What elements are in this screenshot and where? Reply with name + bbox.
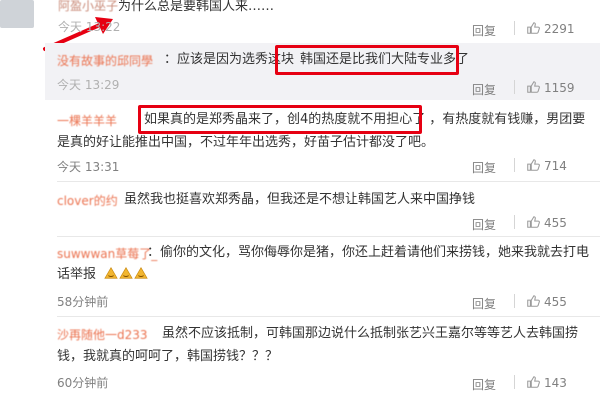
thumb-up-icon[interactable]: [526, 375, 540, 389]
comment-text: 虽然不应该抵制，可韩国那边说什么抵制张艺兴王嘉尔等等艺人去韩国捞: [162, 326, 579, 341]
separator: [57, 181, 600, 182]
like-count: 143: [544, 376, 567, 390]
comment-text-part: 话举报: [57, 267, 97, 282]
reply-button[interactable]: 回复: [472, 376, 504, 393]
comment-time: 60分钟前: [57, 376, 109, 390]
like-count: 1159: [544, 81, 575, 95]
comment-item: suwwwan草莓了_ ：偷你的文化，骂你侮辱你是猪，你还上赶着请他们来捞钱，她…: [0, 241, 600, 311]
laughing-emoji-group: [104, 267, 149, 282]
comment-actions: 回复 455: [466, 294, 586, 312]
divider: [514, 294, 515, 308]
username[interactable]: 没有故事的邱同學: [57, 52, 153, 69]
username[interactable]: 阿盈小巫子: [58, 0, 118, 14]
comment-item: 沙再随他一d233 虽然不应该抵制，可韩国那边说什么抵制张艺兴王嘉尔等等艺人去韩…: [0, 322, 600, 394]
avatar[interactable]: [0, 0, 34, 28]
divider: [514, 158, 515, 172]
username[interactable]: 一棵羊羊羊: [57, 112, 117, 129]
username[interactable]: suwwwan草莓了_: [57, 245, 157, 262]
comment-actions: 回复 1159: [466, 80, 586, 98]
separator: [57, 236, 600, 237]
laughing-emoji-icon: [134, 267, 148, 279]
comment-actions: 回复 143: [466, 375, 586, 393]
comment-actions: 回复 2291: [466, 21, 586, 39]
reply-button[interactable]: 回复: [472, 22, 504, 39]
laughing-emoji-icon: [119, 267, 133, 279]
comment-actions: 回复 714: [466, 158, 586, 176]
comment-time: 58分钟前: [57, 295, 109, 309]
divider: [514, 80, 515, 94]
reply-button[interactable]: 回复: [472, 295, 504, 312]
reply-button[interactable]: 回复: [472, 81, 504, 98]
comment-text-line2: 话举报: [57, 265, 149, 285]
comment-time: 今天 13:29: [57, 78, 120, 92]
divider: [514, 215, 515, 229]
comment-time: 今天 13:31: [57, 160, 120, 174]
divider: [514, 21, 515, 35]
thumb-up-icon[interactable]: [526, 215, 540, 229]
highlight-box: [138, 105, 422, 134]
comment-text-part: ，有热度就有钱赚，男团要: [429, 112, 586, 127]
like-count: 714: [544, 159, 567, 173]
comment-text-line2: 钱，我就真的呵呵了，韩国捞钱？？？: [57, 349, 279, 364]
reply-button[interactable]: 回复: [472, 159, 504, 176]
laughing-emoji-icon: [104, 267, 118, 279]
comment-time: 今天 13:22: [58, 20, 121, 34]
weibo-comment-page: 阿盈小巫子 为什么总是要韩国人来…… 今天 13:22 回复 2291 没有故事…: [0, 0, 600, 400]
like-count: 2291: [544, 22, 575, 36]
username[interactable]: clover的约: [57, 192, 118, 209]
comment-text: 虽然我也挺喜欢郑秀晶，但我还是不想让韩国艺人来中国挣钱: [124, 192, 476, 207]
comment-text: 为什么总是要韩国人来……: [118, 0, 275, 14]
username[interactable]: 沙再随他一d233: [57, 326, 148, 343]
comment-item: 阿盈小巫子 为什么总是要韩国人来…… 今天 13:22 回复 2291: [0, 0, 600, 40]
divider: [514, 375, 515, 389]
comment-item: clover的约 虽然我也挺喜欢郑秀晶，但我还是不想让韩国艺人来中国挣钱 回复 …: [0, 188, 600, 233]
thumb-up-icon[interactable]: [526, 80, 540, 94]
reply-button[interactable]: 回复: [472, 216, 504, 233]
comment-text: ：偷你的文化，骂你侮辱你是猪，你还上赶着请他们来捞钱，她来我就去打电: [147, 245, 590, 260]
thumb-up-icon[interactable]: [526, 158, 540, 172]
like-count: 455: [544, 295, 567, 309]
comment-text-line2: 是真的好让能推出中国，不过年年出选秀，好苗子估计都没了吧。: [57, 135, 435, 150]
highlight-box: [275, 45, 459, 75]
thumb-up-icon[interactable]: [526, 21, 540, 35]
like-count: 455: [544, 216, 567, 230]
separator: [57, 316, 600, 317]
thumb-up-icon[interactable]: [526, 294, 540, 308]
comment-actions: 回复 455: [466, 215, 586, 233]
